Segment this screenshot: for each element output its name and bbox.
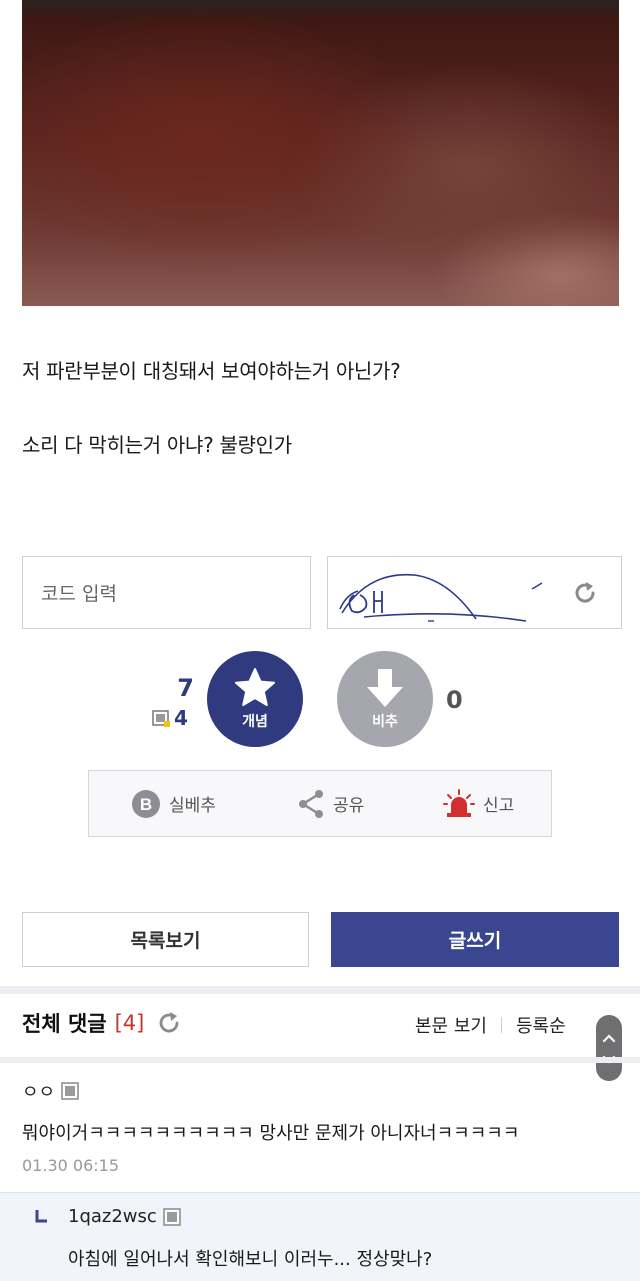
svg-text:B: B — [140, 795, 152, 814]
reply-author-name: 1qaz2wsc — [68, 1206, 157, 1227]
comments-count: [4] — [114, 1011, 145, 1035]
captcha-input-placeholder: 코드 입력 — [41, 583, 117, 605]
fix-vote-count: 4 — [174, 706, 188, 730]
sort-select[interactable]: 등록순 — [516, 1012, 566, 1038]
recommend-best-button[interactable]: B 실베추 — [131, 771, 216, 836]
section-divider — [0, 986, 640, 994]
upvote-button[interactable]: 개념 — [207, 651, 303, 747]
sort-separator — [500, 1017, 502, 1033]
view-body-link[interactable]: 본문 보기 — [415, 1012, 487, 1038]
chevron-up-down-icon — [602, 1034, 616, 1064]
captcha-code-input[interactable]: 코드 입력 — [22, 556, 311, 629]
comment-date: 01.30 06:15 — [22, 1156, 119, 1175]
arrow-down-icon — [367, 669, 403, 707]
report-button[interactable]: 신고 — [443, 771, 514, 836]
share-icon — [299, 789, 323, 818]
captcha-scribble — [339, 573, 543, 622]
fixed-user-icon — [152, 710, 170, 727]
b-badge-icon: B — [132, 789, 160, 818]
comments-header: 전체 댓글 [4] — [22, 1008, 182, 1038]
comment-body: 뭐야이거ㅋㅋㅋㅋㅋㅋㅋㅋㅋㅋ 망사만 문제가 아니자너ㅋㅋㅋㅋㅋ — [22, 1123, 520, 1144]
reply-body: 아침에 일어나서 확인해보니 이러누... 정상맞나? — [68, 1249, 433, 1270]
star-icon — [235, 668, 275, 706]
comment-author-name: ㅇㅇ — [22, 1082, 56, 1103]
comments-divider — [0, 1057, 640, 1063]
downvote-count: 0 — [446, 686, 463, 714]
upvote-count: 7 — [177, 674, 194, 702]
reply-author[interactable]: 1qaz2wsc — [68, 1206, 181, 1227]
reply-arrow-icon — [35, 1210, 47, 1223]
downvote-label: 비추 — [372, 714, 398, 730]
post-action-bar: B 실베추 공유 신고 — [88, 770, 552, 837]
captcha-image — [327, 556, 622, 629]
comment-author[interactable]: ㅇㅇ — [22, 1078, 79, 1104]
post-text-line: 저 파란부분이 대칭돼서 보여야하는거 아닌가? — [22, 359, 401, 383]
comments-refresh-icon[interactable] — [156, 1010, 182, 1036]
fixed-user-icon — [163, 1207, 181, 1226]
share-button[interactable]: 공유 — [297, 771, 364, 836]
write-post-button[interactable]: 글쓰기 — [331, 912, 619, 967]
list-view-button[interactable]: 목록보기 — [22, 912, 309, 967]
comments-title: 전체 댓글 — [22, 1012, 107, 1036]
fixed-user-icon — [61, 1082, 79, 1100]
downvote-button[interactable]: 비추 — [337, 651, 433, 747]
upvote-label: 개념 — [242, 714, 268, 730]
scroll-up-down-control[interactable] — [596, 1015, 622, 1081]
fix-vote-row: 4 — [152, 706, 188, 730]
captcha-refresh-icon[interactable] — [571, 579, 599, 607]
post-text-line: 소리 다 막히는거 아냐? 불량인가 — [22, 433, 292, 457]
share-label: 공유 — [333, 796, 365, 816]
siren-icon — [443, 788, 475, 817]
post-image[interactable] — [22, 0, 619, 306]
comment-sort-area: 본문 보기 등록순 — [415, 1012, 566, 1038]
report-label: 신고 — [483, 796, 515, 816]
recommend-best-label: 실베추 — [169, 796, 216, 816]
